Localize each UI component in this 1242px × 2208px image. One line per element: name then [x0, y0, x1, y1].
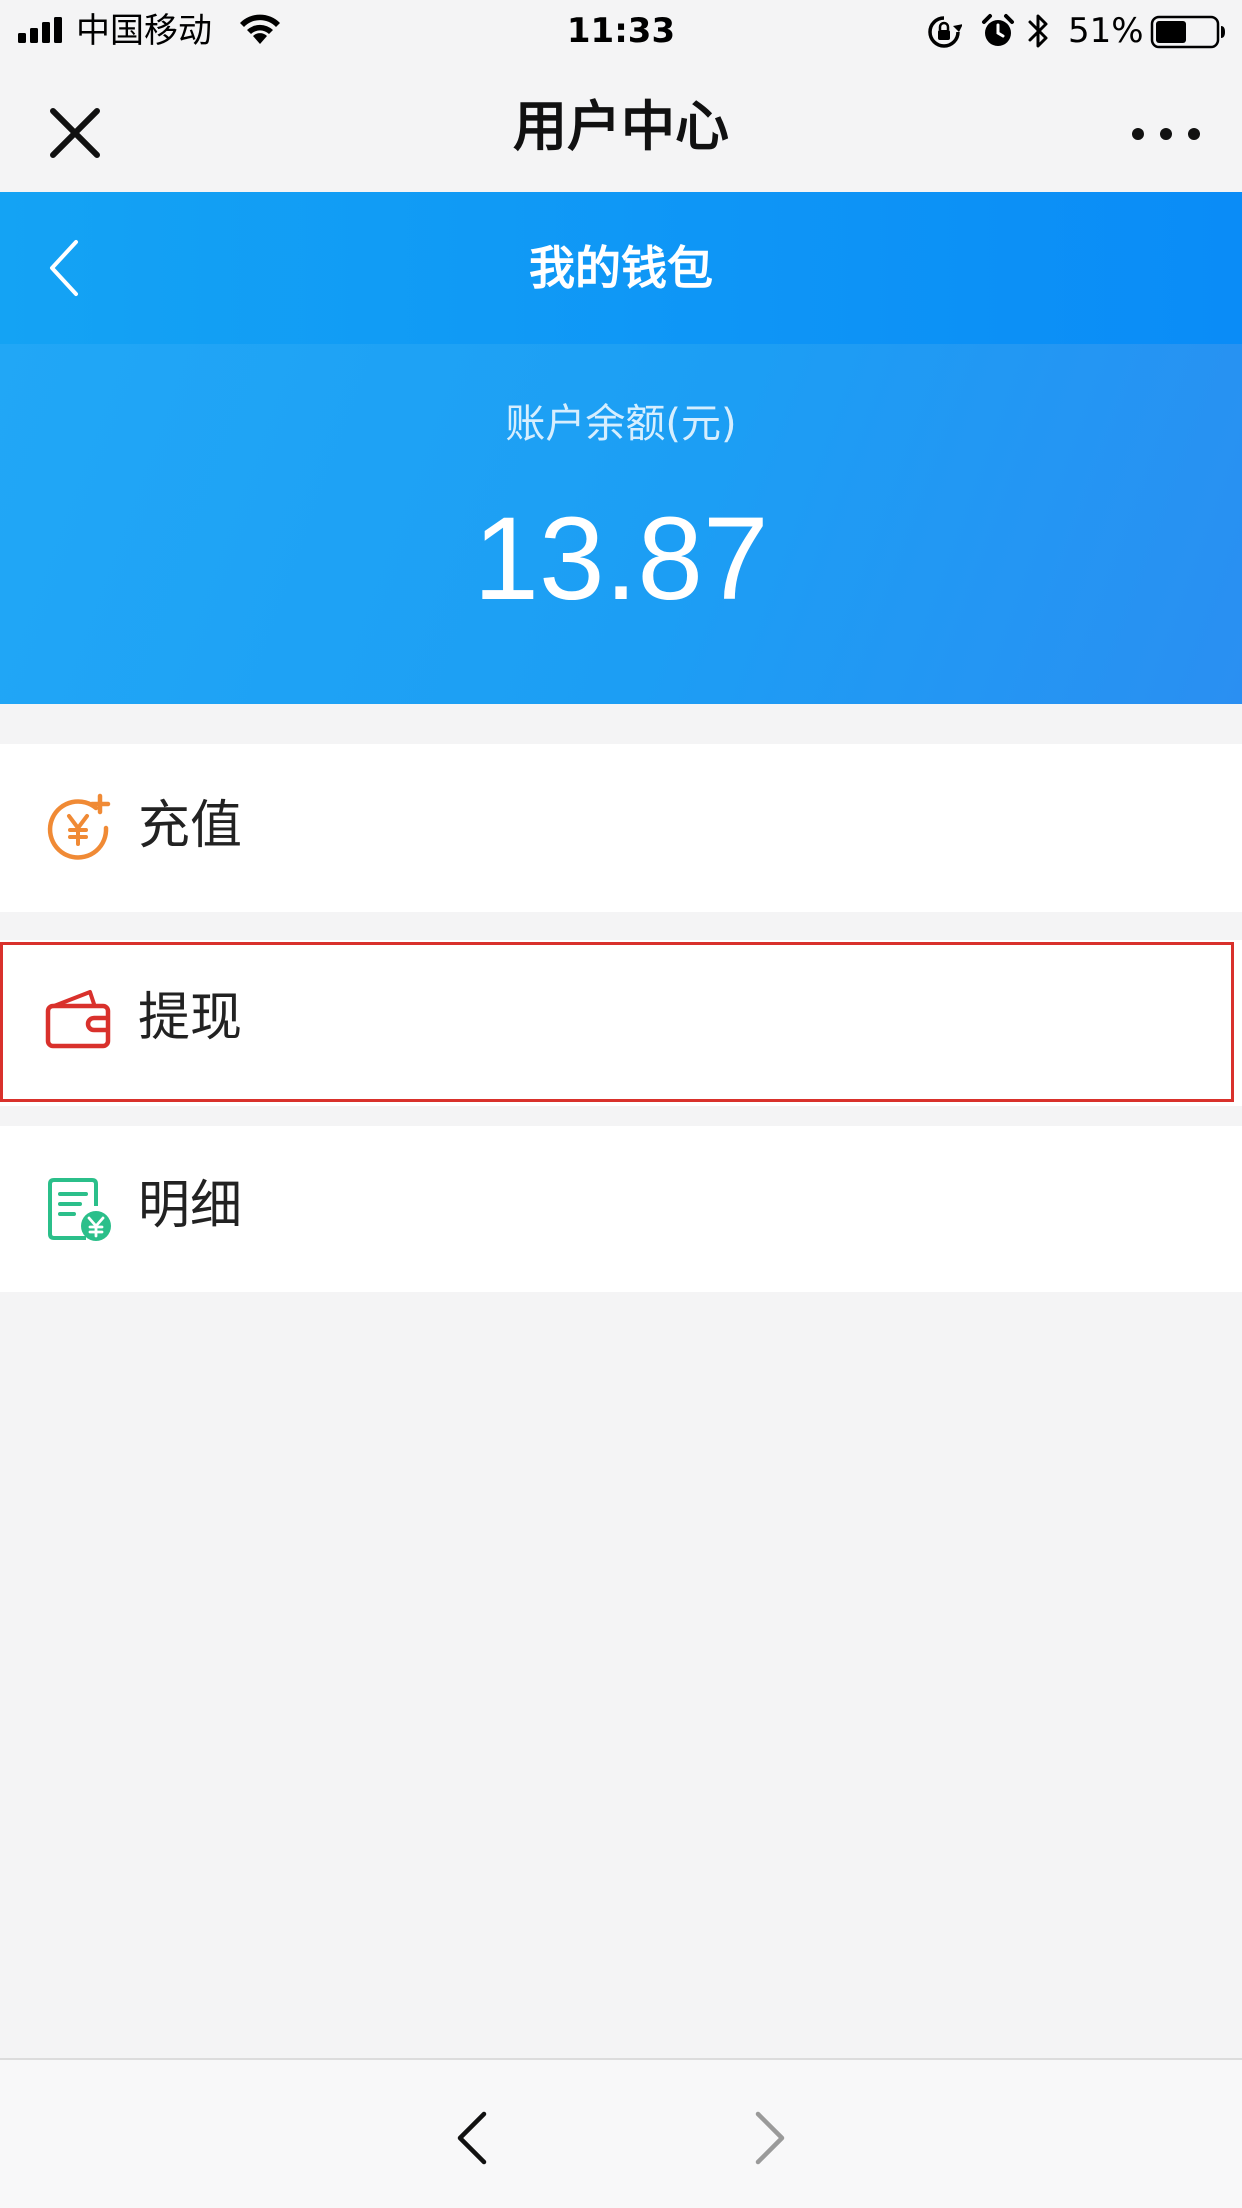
recharge-icon [47, 793, 111, 860]
menu-item-detail[interactable]: 明细 [0, 1126, 1242, 1292]
bill-detail-icon [48, 1178, 111, 1241]
menu-item-label: 明细 [138, 1176, 243, 1236]
wallet-header: 我的钱包 [0, 192, 1242, 344]
battery-percent: 51% [1068, 11, 1144, 51]
balance-amount: 13.87 [473, 493, 769, 625]
balance-label: 账户余额(元) [505, 401, 737, 447]
browser-back-icon[interactable] [452, 2108, 492, 2168]
status-bar: 中国移动 11:33 51% [0, 0, 1242, 62]
bottom-toolbar [0, 2058, 1242, 2208]
bluetooth-icon [1028, 14, 1048, 48]
balance-panel: 账户余额(元) 13.87 [0, 344, 1242, 704]
browser-forward-icon[interactable] [750, 2108, 790, 2168]
menu-item-withdraw[interactable]: 提现 [0, 940, 1242, 1106]
menu-item-recharge[interactable]: 充值 [0, 744, 1242, 912]
wallet-icon [45, 990, 111, 1049]
menu-item-label: 提现 [138, 988, 243, 1048]
more-icon[interactable] [1126, 114, 1206, 154]
top-nav-bar: 用户中心 [0, 62, 1242, 192]
battery-icon [1150, 15, 1225, 49]
rotation-lock-icon [928, 16, 962, 48]
status-time: 11:33 [566, 11, 676, 51]
page-title: 用户中心 [513, 95, 729, 158]
alarm-icon [982, 14, 1014, 46]
menu-item-label: 充值 [138, 796, 243, 856]
wallet-title: 我的钱包 [529, 241, 713, 295]
